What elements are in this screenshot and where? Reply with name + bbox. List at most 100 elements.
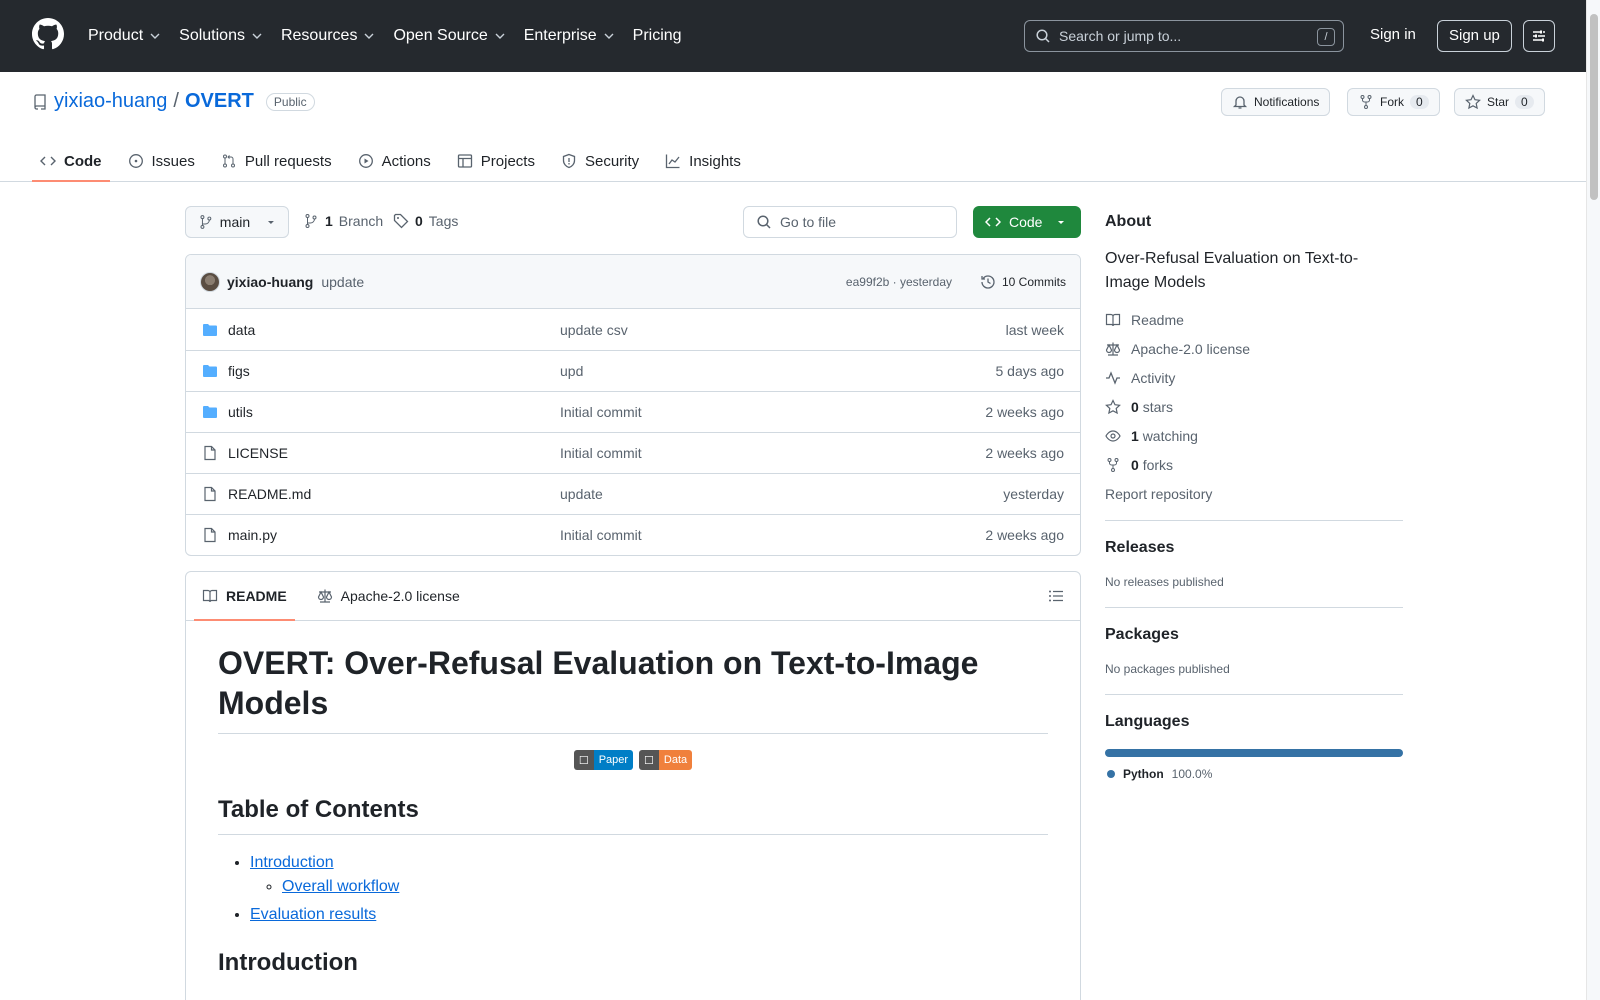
sliders-icon — [1533, 30, 1545, 42]
file-row[interactable]: README.md update yesterday — [186, 473, 1080, 514]
toc-link-results[interactable]: Evaluation results — [250, 906, 376, 923]
file-icon — [204, 445, 216, 461]
stars-label: stars — [1142, 398, 1174, 415]
tab-label: Projects — [480, 152, 535, 170]
commit-author[interactable]: yixiao-huang — [227, 274, 313, 290]
bell-icon — [1232, 96, 1248, 109]
packages-heading[interactable]: Packages — [1105, 626, 1403, 644]
paper-badge[interactable]: ☐ Paper — [573, 750, 634, 770]
tags-link[interactable]: 0 Tags — [393, 213, 458, 229]
code-icon — [40, 156, 56, 166]
toc-link-workflow[interactable]: Overall workflow — [282, 878, 399, 895]
nav-pricing[interactable]: Pricing — [633, 27, 682, 45]
stars-link[interactable]: 0 stars — [1105, 392, 1403, 421]
branches-link[interactable]: 1 Branch — [303, 213, 383, 229]
repo-name-link[interactable]: OVERT — [185, 90, 254, 113]
scrollbar[interactable] — [1586, 0, 1600, 1000]
tab-projects[interactable]: Projects — [449, 140, 543, 182]
file-name-link[interactable]: LICENSE — [228, 445, 288, 461]
branch-icon — [200, 215, 212, 229]
tab-insights[interactable]: Insights — [657, 140, 749, 182]
folder-icon — [203, 406, 217, 418]
notifications-label: Notifications — [1254, 95, 1320, 109]
tab-readme[interactable]: README — [194, 572, 295, 621]
releases-heading[interactable]: Releases — [1105, 539, 1403, 557]
chevron-down-icon — [150, 33, 160, 39]
file-commit-message[interactable]: update csv — [560, 322, 628, 338]
menu-button[interactable] — [1523, 20, 1555, 52]
star-button[interactable]: Star 0 — [1454, 88, 1545, 116]
tab-license[interactable]: Apache-2.0 license — [309, 572, 468, 620]
sign-up-button[interactable]: Sign up — [1437, 20, 1512, 52]
branch-count: 1 — [325, 213, 333, 229]
releases-text: No releases published — [1105, 575, 1224, 589]
tab-label: Actions — [381, 152, 431, 170]
search-input[interactable]: Search or jump to... / — [1024, 20, 1344, 52]
report-repository-link[interactable]: Report repository — [1105, 479, 1403, 508]
file-name-link[interactable]: main.py — [228, 527, 277, 543]
book-icon — [1105, 313, 1121, 326]
nav-open-source[interactable]: Open Source — [393, 27, 505, 45]
code-icon — [985, 217, 1001, 227]
tab-security[interactable]: Security — [553, 140, 647, 182]
scrollbar-thumb[interactable] — [1590, 14, 1598, 200]
commit-hash-time[interactable]: ea99f2b · yesterday — [846, 275, 952, 289]
file-commit-message[interactable]: Initial commit — [560, 527, 642, 543]
file-row[interactable]: LICENSE Initial commit 2 weeks ago — [186, 432, 1080, 473]
file-icon — [204, 486, 216, 502]
file-name-link[interactable]: figs — [228, 363, 250, 379]
file-row[interactable]: data update csv last week — [186, 309, 1080, 350]
nav-product[interactable]: Product — [88, 27, 161, 45]
star-icon — [1105, 398, 1121, 414]
file-name-link[interactable]: data — [228, 322, 255, 338]
forks-link[interactable]: 0 forks — [1105, 450, 1403, 479]
tab-pull-requests[interactable]: Pull requests — [213, 140, 340, 182]
file-row[interactable]: utils Initial commit 2 weeks ago — [186, 391, 1080, 432]
file-row[interactable]: main.py Initial commit 2 weeks ago — [186, 514, 1080, 555]
tab-label: Security — [584, 152, 640, 170]
star-count: 0 — [1515, 95, 1534, 109]
file-commit-message[interactable]: upd — [560, 363, 583, 379]
fork-button[interactable]: Fork 0 — [1347, 88, 1440, 116]
code-dropdown-button[interactable]: Code — [973, 206, 1081, 238]
divider — [1105, 607, 1403, 608]
pull-request-icon — [222, 154, 235, 168]
github-logo-icon[interactable] — [32, 18, 64, 50]
branch-select[interactable]: main — [185, 206, 289, 238]
nav-enterprise[interactable]: Enterprise — [524, 27, 615, 45]
nav-label: Solutions — [179, 27, 245, 44]
nav-resources[interactable]: Resources — [281, 27, 375, 45]
tab-code[interactable]: Code — [32, 140, 110, 182]
notifications-button[interactable]: Notifications — [1221, 88, 1331, 116]
sign-in-link[interactable]: Sign in — [1370, 26, 1416, 43]
toc-link-introduction[interactable]: Introduction — [250, 854, 334, 871]
file-name-link[interactable]: utils — [228, 404, 253, 420]
data-badge[interactable]: ☐ Data — [639, 750, 693, 770]
repo-owner-link[interactable]: yixiao-huang — [54, 90, 167, 113]
file-row[interactable]: figs upd 5 days ago — [186, 350, 1080, 391]
tab-label: Pull requests — [244, 152, 332, 170]
nav-solutions[interactable]: Solutions — [179, 27, 263, 45]
avatar[interactable] — [200, 271, 220, 292]
file-commit-message[interactable]: update — [560, 486, 603, 502]
tab-issues[interactable]: Issues — [120, 140, 203, 182]
go-to-file-input[interactable]: Go to file — [743, 206, 957, 238]
file-name-link[interactable]: README.md — [228, 486, 311, 502]
file-commit-message[interactable]: Initial commit — [560, 445, 642, 461]
watching-link[interactable]: 1 watching — [1105, 421, 1403, 450]
readme-link[interactable]: Readme — [1105, 305, 1403, 334]
chevron-down-icon — [364, 33, 374, 39]
readme-tabs: README Apache-2.0 license — [186, 572, 1080, 621]
language-item-python[interactable]: Python 100.0% — [1105, 767, 1403, 781]
tab-actions[interactable]: Actions — [350, 140, 439, 182]
badges-row: ☐ Paper ☐ Data — [218, 750, 1048, 770]
file-commit-message[interactable]: Initial commit — [560, 404, 642, 420]
commits-link[interactable]: 10 Commits — [980, 274, 1066, 290]
activity-link[interactable]: Activity — [1105, 363, 1403, 392]
commit-message[interactable]: update — [321, 274, 364, 290]
about-sidebar: About Over-Refusal Evaluation on Text-to… — [1105, 206, 1403, 781]
license-link[interactable]: Apache-2.0 license — [1105, 334, 1403, 363]
chevron-down-icon — [495, 33, 505, 39]
outline-list-icon[interactable] — [1048, 588, 1064, 604]
repo-separator: / — [173, 90, 179, 112]
